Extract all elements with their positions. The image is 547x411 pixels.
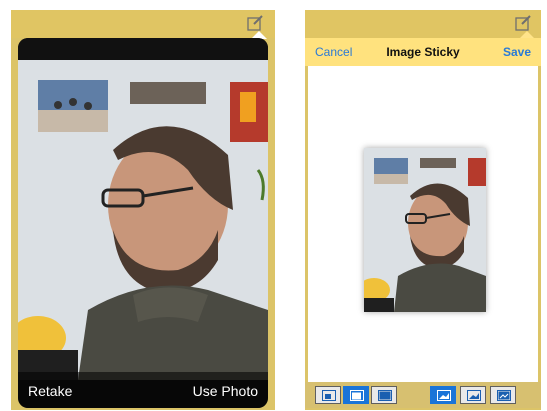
nav-bar: Cancel Image Sticky Save xyxy=(305,38,541,66)
image-small-icon xyxy=(322,390,336,401)
image-fill-icon xyxy=(467,390,481,401)
compose-icon[interactable] xyxy=(515,14,533,32)
camera-top-bar xyxy=(18,38,268,60)
image-fill-button[interactable] xyxy=(460,386,486,404)
sticky-canvas xyxy=(308,66,538,382)
camera-action-bar: Retake Use Photo xyxy=(18,372,268,408)
image-sticky-phone-frame: Cancel Image Sticky Save xyxy=(305,10,541,410)
top-bar xyxy=(11,10,275,38)
camera-phone-frame: Retake Use Photo xyxy=(11,10,275,410)
top-bar xyxy=(305,10,541,38)
save-button[interactable]: Save xyxy=(503,45,531,59)
image-fit-button[interactable] xyxy=(430,386,456,404)
image-stretch-icon xyxy=(497,390,511,401)
image-fit-icon xyxy=(437,390,451,401)
image-large-icon xyxy=(378,390,392,401)
camera-preview-panel: Retake Use Photo xyxy=(18,38,268,408)
compose-icon[interactable] xyxy=(247,14,265,32)
image-small-button[interactable] xyxy=(315,386,341,404)
captured-photo xyxy=(18,60,268,380)
use-photo-button[interactable]: Use Photo xyxy=(193,383,258,399)
bottom-toolbar xyxy=(305,382,541,408)
image-medium-icon xyxy=(350,390,364,401)
retake-button[interactable]: Retake xyxy=(28,383,72,399)
image-medium-button[interactable] xyxy=(343,386,369,404)
sticky-image[interactable] xyxy=(364,148,486,312)
image-stretch-button[interactable] xyxy=(490,386,516,404)
image-large-button[interactable] xyxy=(371,386,397,404)
